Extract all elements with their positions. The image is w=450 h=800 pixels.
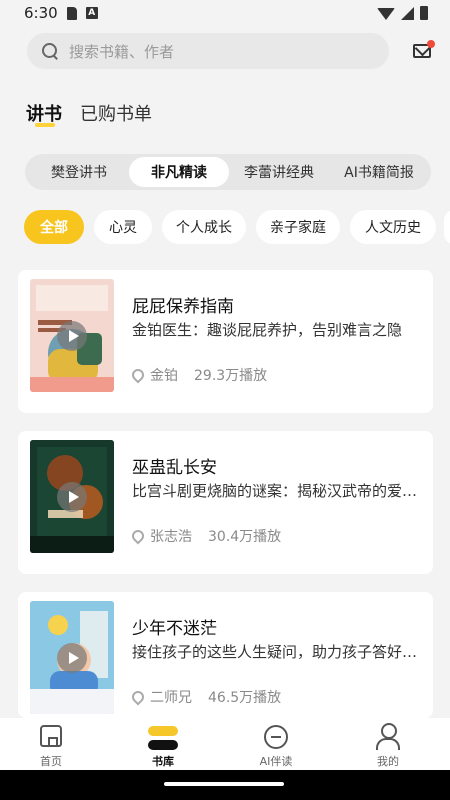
book-author: 金铂: [129, 365, 178, 385]
home-icon: [40, 725, 62, 747]
book-meta: 二师兄 46.5万播放: [129, 687, 282, 707]
category-filter-row: 全部 心灵 个人成长 亲子家庭 人文历史: [24, 210, 450, 246]
book-meta: 张志浩 30.4万播放: [129, 526, 282, 546]
play-icon[interactable]: [57, 482, 87, 512]
category-chip-next[interactable]: [444, 210, 450, 244]
signal-icon: [401, 6, 414, 20]
wifi-icon: [377, 8, 395, 20]
search-placeholder: 搜索书籍、作者: [69, 42, 175, 61]
book-author: 二师兄: [129, 687, 192, 707]
play-count: 46.5万播放: [208, 690, 282, 706]
book-author: 张志浩: [129, 526, 192, 546]
book-card[interactable]: 屁屁保养指南 金铂医生：趣谈屁屁养护，告别难言之隐 金铂 29.3万播放: [18, 270, 433, 413]
nav-home[interactable]: 首页: [15, 718, 87, 770]
nav-library-label: 书库: [152, 755, 174, 768]
status-bar: 6:30 A: [0, 0, 450, 26]
sd-card-icon: [66, 6, 77, 20]
play-icon[interactable]: [57, 321, 87, 351]
book-cover[interactable]: [30, 601, 114, 714]
nav-home-label: 首页: [40, 755, 62, 768]
book-title: 巫蛊乱长安: [132, 458, 217, 478]
book-cover[interactable]: [30, 440, 114, 553]
book-description: 接住孩子的这些人生疑问，助力孩子答好…: [132, 643, 418, 661]
system-navigation-bar: [0, 770, 450, 800]
category-chip-growth[interactable]: 个人成长: [162, 210, 246, 244]
category-chip-all[interactable]: 全部: [24, 210, 84, 244]
category-chip-family[interactable]: 亲子家庭: [256, 210, 340, 244]
book-card[interactable]: 少年不迷茫 接住孩子的这些人生疑问，助力孩子答好… 二师兄 46.5万播放: [18, 592, 433, 718]
author-name: 二师兄: [150, 690, 192, 706]
search-icon: [41, 42, 59, 60]
nav-profile-label: 我的: [377, 755, 399, 768]
profile-icon: [376, 722, 400, 750]
book-cover[interactable]: [30, 279, 114, 392]
play-icon[interactable]: [57, 643, 87, 673]
play-count: 29.3万播放: [194, 368, 268, 384]
category-chip-mind[interactable]: 心灵: [94, 210, 152, 244]
author-icon: [129, 527, 147, 545]
book-description: 比宫斗剧更烧脑的谜案：揭秘汉武帝的爱…: [132, 482, 418, 500]
chat-icon: [264, 725, 288, 749]
book-meta: 金铂 29.3万播放: [129, 365, 268, 385]
status-left: 6:30 A: [24, 4, 98, 22]
nav-ai-reading[interactable]: AI伴读: [240, 718, 312, 770]
tab-purchased-books[interactable]: 已购书单: [80, 100, 152, 126]
book-title: 屁屁保养指南: [132, 297, 234, 317]
author-name: 金铂: [150, 368, 178, 384]
segment-ai-summaries[interactable]: AI书籍简报: [329, 157, 429, 187]
nav-ai-reading-label: AI伴读: [259, 755, 293, 768]
status-right: [377, 6, 428, 20]
nav-library[interactable]: 书库: [127, 718, 199, 770]
tab-active-indicator: [35, 123, 55, 127]
gesture-home-indicator[interactable]: [164, 782, 284, 786]
play-count: 30.4万播放: [208, 529, 282, 545]
book-card[interactable]: 巫蛊乱长安 比宫斗剧更烧脑的谜案：揭秘汉武帝的爱… 张志浩 30.4万播放: [18, 431, 433, 574]
author-icon: [129, 366, 147, 384]
book-title: 少年不迷茫: [132, 619, 217, 639]
author-name: 张志浩: [150, 529, 192, 545]
author-icon: [129, 688, 147, 706]
status-time: 6:30: [24, 4, 58, 22]
search-input[interactable]: 搜索书籍、作者: [27, 33, 389, 69]
book-description: 金铂医生：趣谈屁屁养护，告别难言之隐: [132, 321, 403, 339]
library-icon: [148, 726, 178, 750]
segment-feifan-reading[interactable]: 非凡精读: [129, 157, 229, 187]
segment-lilei-classics[interactable]: 李蕾讲经典: [229, 157, 329, 187]
category-chip-history[interactable]: 人文历史: [350, 210, 436, 244]
bottom-navigation: 首页 书库 AI伴读 我的: [0, 718, 450, 770]
nav-profile[interactable]: 我的: [352, 718, 424, 770]
program-segment-control: 樊登讲书 非凡精读 李蕾讲经典 AI书籍简报: [25, 154, 431, 190]
segment-fandeng-lectures[interactable]: 樊登讲书: [29, 157, 129, 187]
a-notification-icon: A: [85, 7, 98, 19]
notification-dot: [427, 40, 435, 48]
battery-icon: [420, 6, 428, 20]
